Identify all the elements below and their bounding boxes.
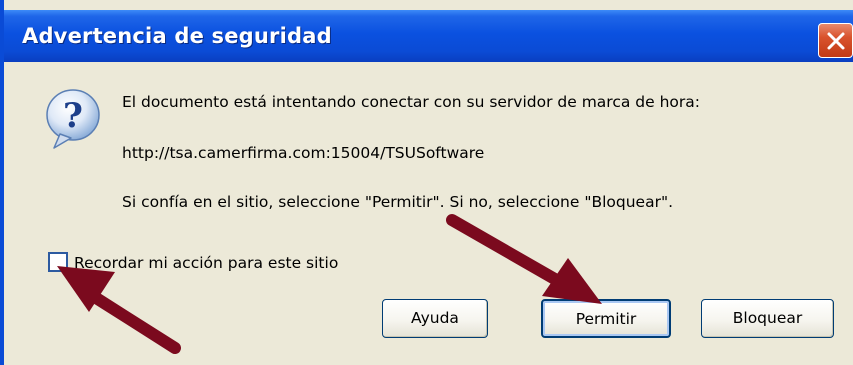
title-bar[interactable]: Advertencia de seguridad — [4, 10, 853, 62]
close-x-icon — [827, 32, 845, 50]
window-title: Advertencia de seguridad — [22, 24, 332, 48]
server-url: http://tsa.camerfirma.com:15004/TSUSoftw… — [122, 144, 485, 162]
close-button[interactable] — [818, 23, 853, 58]
message-line-1: El documento está intentando conectar co… — [122, 93, 700, 111]
annotation-arrow-to-allow — [446, 214, 602, 304]
block-button[interactable]: Bloquear — [701, 299, 834, 338]
svg-text:?: ? — [63, 96, 83, 136]
message-line-3: Si confía en el sitio, seleccione "Permi… — [122, 193, 674, 211]
annotation-arrow-to-checkbox — [57, 266, 181, 354]
question-icon: ? — [46, 89, 100, 149]
